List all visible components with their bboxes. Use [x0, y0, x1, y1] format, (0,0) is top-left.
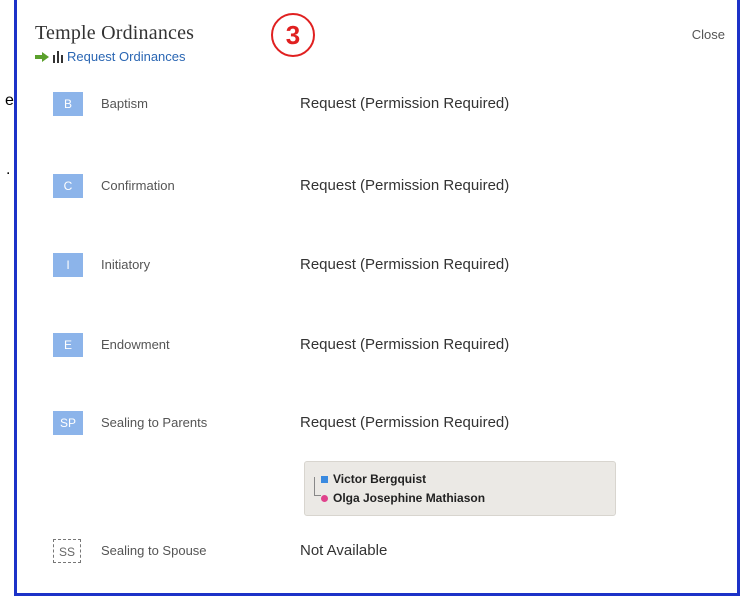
request-ordinances-link[interactable]: Request Ordinances: [35, 49, 186, 64]
arrow-right-icon: [35, 51, 49, 62]
sealing-to-spouse-icon: SS: [53, 539, 81, 563]
request-ordinances-label: Request Ordinances: [67, 49, 186, 64]
request-permission-link[interactable]: Request (Permission Required): [300, 177, 509, 194]
close-button[interactable]: Close: [692, 27, 725, 42]
background-text-fragment: .: [6, 161, 11, 178]
male-icon: [321, 475, 328, 483]
dialog-title: Temple Ordinances: [35, 22, 195, 44]
request-permission-link[interactable]: Request (Permission Required): [300, 414, 509, 431]
confirmation-icon: C: [53, 174, 83, 198]
temple-ordinances-dialog: Temple Ordinances Request Ordinances 3 C…: [14, 0, 740, 596]
ordinance-row-confirmation: C Confirmation Request (Permission Requi…: [53, 174, 703, 198]
ordinance-row-sealing-to-parents: SP Sealing to Parents Request (Permissio…: [53, 411, 703, 435]
ordinance-name: Sealing to Parents: [101, 415, 208, 430]
parents-card[interactable]: Victor Bergquist Olga Josephine Mathiaso…: [304, 461, 616, 516]
parent-connector-line: [314, 477, 321, 496]
ordinance-name: Initiatory: [101, 257, 151, 272]
father-name: Victor Bergquist: [333, 472, 427, 486]
request-permission-link[interactable]: Request (Permission Required): [300, 256, 509, 273]
ordinance-status: Not Available: [300, 542, 388, 559]
ordinance-name: Confirmation: [101, 178, 175, 193]
mother-entry: Olga Josephine Mathiason: [321, 491, 485, 505]
endowment-icon: E: [53, 333, 83, 357]
ordinance-row-initiatory: I Initiatory Request (Permission Require…: [53, 253, 703, 277]
request-permission-link[interactable]: Request (Permission Required): [300, 95, 509, 112]
father-entry: Victor Bergquist: [321, 472, 426, 486]
background-text-fragment: e: [5, 92, 14, 109]
ordinance-name: Baptism: [101, 96, 148, 111]
temple-icon: [53, 50, 63, 63]
step-number-badge: 3: [271, 13, 315, 57]
ordinance-row-sealing-to-spouse: SS Sealing to Spouse Not Available: [53, 539, 703, 563]
ordinance-name: Sealing to Spouse: [101, 543, 207, 558]
request-permission-link[interactable]: Request (Permission Required): [300, 336, 509, 353]
female-icon: [321, 494, 328, 502]
ordinance-row-endowment: E Endowment Request (Permission Required…: [53, 333, 703, 357]
sealing-to-parents-icon: SP: [53, 411, 83, 435]
baptism-icon: B: [53, 92, 83, 116]
mother-name: Olga Josephine Mathiason: [333, 491, 486, 505]
initiatory-icon: I: [53, 253, 83, 277]
ordinance-name: Endowment: [101, 337, 170, 352]
ordinance-row-baptism: B Baptism Request (Permission Required): [53, 92, 703, 116]
